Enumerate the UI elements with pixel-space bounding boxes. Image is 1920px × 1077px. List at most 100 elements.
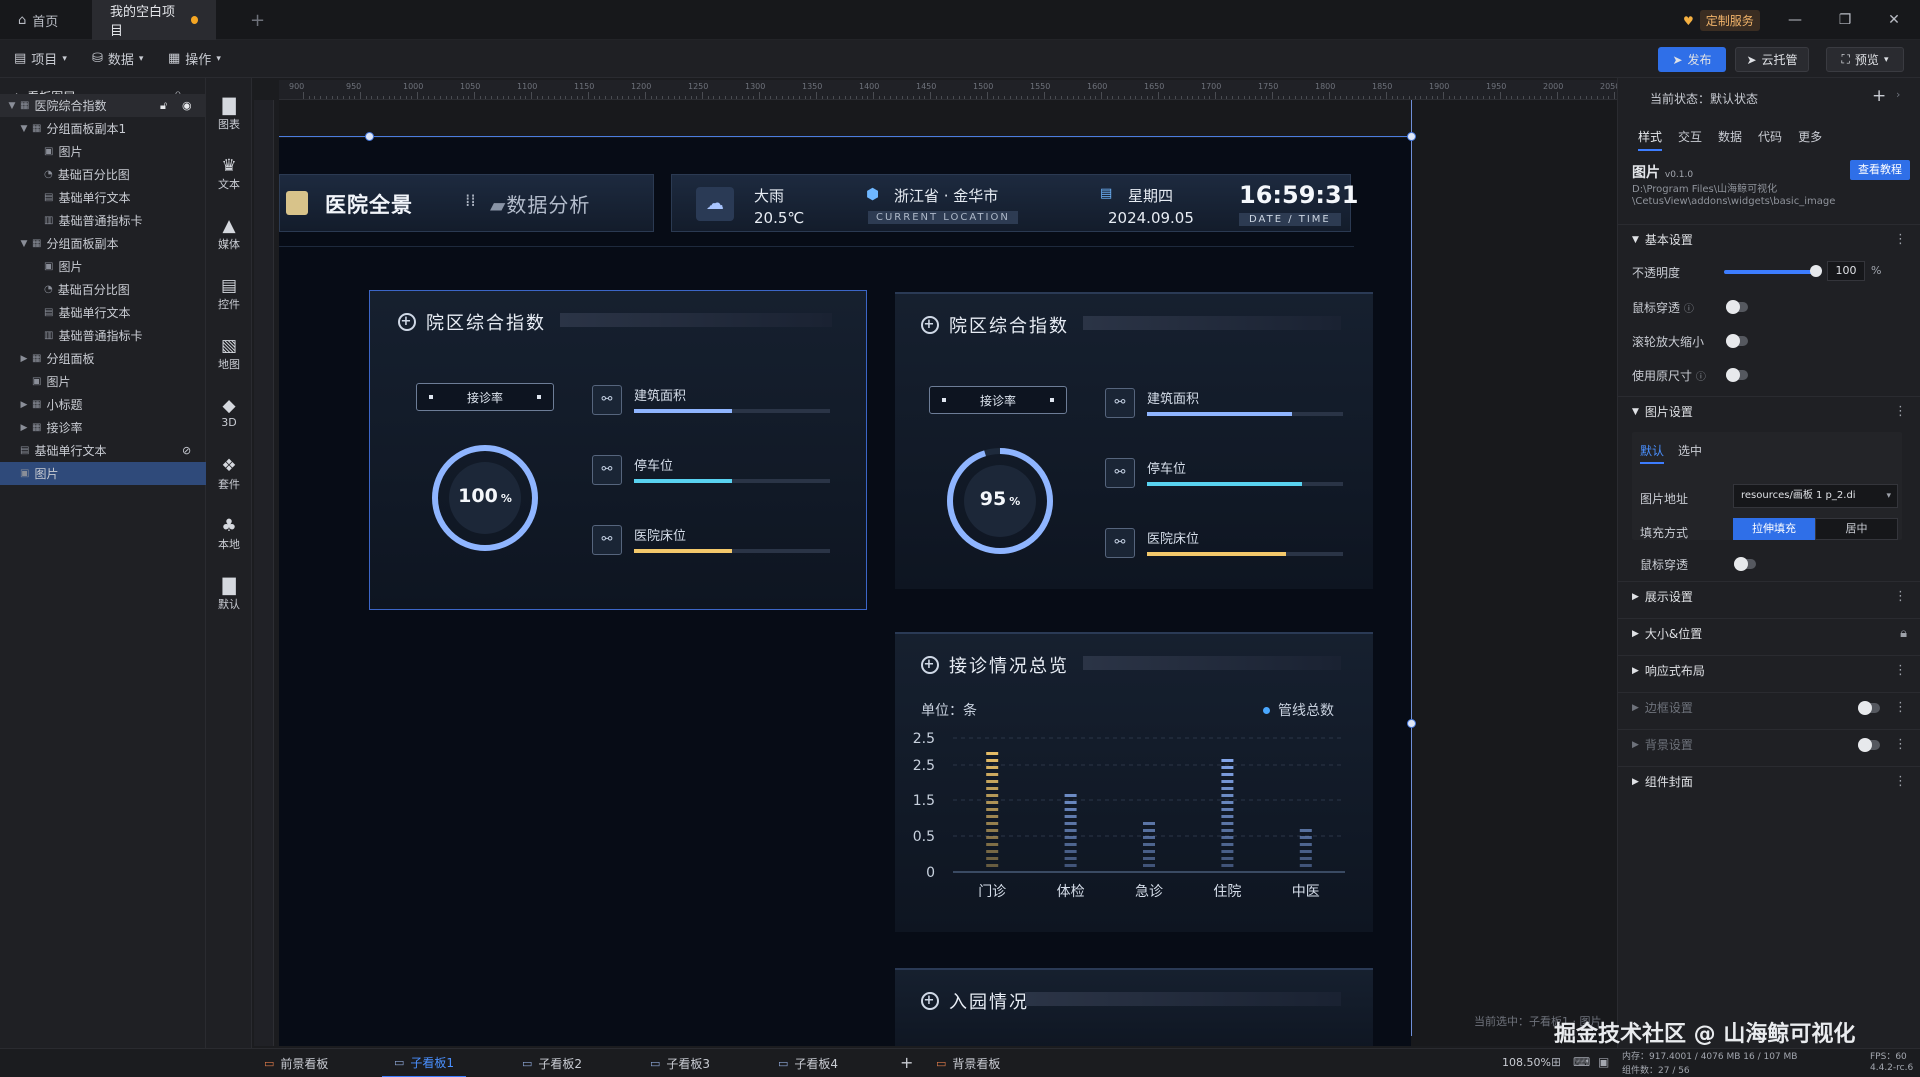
keyboard-icon[interactable]: ⌨	[1573, 1055, 1590, 1069]
component-category-map[interactable]: ▧ 地图	[206, 326, 252, 382]
component-category-control[interactable]: ▤ 控件	[206, 266, 252, 322]
layer-item[interactable]: ▣ 图片	[0, 140, 206, 163]
section-toggle[interactable]	[1858, 738, 1880, 752]
board-tab[interactable]: ▭ 子看板2	[510, 1049, 594, 1077]
restore-icon[interactable]: ❐	[1834, 9, 1856, 31]
component-category-default[interactable]: ▇ 默认	[206, 566, 252, 622]
prop-tab[interactable]: 交互	[1678, 128, 1702, 151]
section-responsive-layout[interactable]: ▶ 响应式布局 ⋮	[1618, 655, 1920, 685]
layer-item[interactable]: ▼ ▦ 分组面板副本1	[0, 117, 206, 140]
card-1-pill[interactable]: 接诊率	[416, 383, 554, 411]
component-category-chart[interactable]: ▇ 图表	[206, 86, 252, 142]
chevron-down-icon[interactable]: ▼	[18, 124, 30, 134]
tab-project[interactable]: 我的空白项目	[92, 0, 216, 40]
custom-service-button[interactable]: ♥ 定制服务	[1683, 10, 1760, 31]
layer-item[interactable]: ◔ 基础百分比图	[0, 278, 206, 301]
layer-item[interactable]: ▣ 图片	[0, 370, 206, 393]
component-category-3d[interactable]: ◆ 3D	[206, 386, 252, 442]
section-display-settings[interactable]: ▶ 展示设置 ⋮	[1618, 581, 1920, 611]
board-tab[interactable]: ▭ 前景看板	[252, 1049, 340, 1077]
prop-tab[interactable]: 代码	[1758, 128, 1782, 151]
layer-item[interactable]: ◔ 基础百分比图	[0, 163, 206, 186]
more-icon[interactable]: ⋮	[1894, 589, 1907, 604]
resize-handle[interactable]	[365, 132, 374, 141]
layer-item[interactable]: ▶ ▦ 小标题	[0, 393, 206, 416]
layer-item[interactable]: ▥ 基础普通指标卡	[0, 324, 206, 347]
fit-screen-icon[interactable]: ⊞	[1551, 1055, 1561, 1069]
lock-icon[interactable]: 🔒︎	[1900, 626, 1907, 641]
chevron-down-icon[interactable]: ▼	[18, 239, 30, 249]
section-toggle[interactable]	[1858, 701, 1880, 715]
opacity-slider-thumb[interactable]	[1810, 265, 1822, 277]
more-icon[interactable]: ⋮	[1894, 404, 1907, 419]
layer-item[interactable]: ▤ 基础单行文本 ⊘	[0, 439, 206, 462]
layer-item[interactable]: ▶ ▦ 接诊率	[0, 416, 206, 439]
tab-data-analysis[interactable]: ▰数据分析	[490, 189, 590, 218]
mouse-through-toggle[interactable]	[1726, 300, 1748, 314]
chevron-right-icon[interactable]: ▶	[18, 354, 30, 364]
ruler-left[interactable]	[254, 100, 274, 1046]
board-tab[interactable]: ▭ 背景看板	[924, 1049, 1012, 1077]
current-state-label[interactable]: 当前状态：默认状态	[1650, 90, 1758, 107]
publish-button[interactable]: ➤ 发布	[1658, 47, 1726, 72]
prop-tab[interactable]: 数据	[1718, 128, 1742, 151]
tab-hospital-overview[interactable]: 医院全景	[325, 189, 413, 219]
chevron-right-icon[interactable]: ▶	[18, 400, 30, 410]
artboard[interactable]: 医院全景 ⁞⁞ ▰数据分析 ☁ 大雨 20.5℃ ⬢ 浙江省 · 金华市 CUR…	[279, 138, 1411, 1046]
more-icon[interactable]: ⋮	[1894, 663, 1907, 678]
fill-center-button[interactable]: 居中	[1815, 518, 1898, 540]
preview-button[interactable]: ⛶ 预览 ▾	[1826, 47, 1904, 72]
layer-item[interactable]: ▤ 基础单行文本	[0, 186, 206, 209]
cloud-host-button[interactable]: ➤ 云托管	[1735, 47, 1809, 72]
board-tab[interactable]: ▭ 子看板3	[638, 1049, 722, 1077]
opacity-input[interactable]: 100	[1827, 261, 1865, 281]
card-campus-index-2[interactable]: + 院区综合指数 接诊率 95% ⚯建筑面积42亩⚯停车位14万㎡⚯医院床位87…	[895, 292, 1373, 589]
section-image-settings[interactable]: ▼ 图片设置 ⋮	[1618, 396, 1920, 426]
more-icon[interactable]: ⋮	[1894, 737, 1907, 752]
minimize-icon[interactable]: —	[1784, 9, 1806, 31]
layer-item[interactable]: ▥ 基础普通指标卡	[0, 209, 206, 232]
add-board-button[interactable]: +	[900, 1053, 913, 1072]
prop-tab[interactable]: 更多	[1798, 128, 1822, 151]
more-icon[interactable]: ⋮	[1894, 700, 1907, 715]
new-tab-button[interactable]: +	[232, 0, 283, 40]
wheel-zoom-toggle[interactable]	[1726, 334, 1748, 348]
terminal-icon[interactable]: ▣	[1598, 1055, 1609, 1069]
component-category-local[interactable]: ♣ 本地	[206, 506, 252, 562]
chevron-down-icon[interactable]: ▼	[6, 101, 18, 111]
board-tab[interactable]: ▭ 子看板4	[766, 1049, 850, 1077]
add-state-icon[interactable]: +	[1872, 86, 1886, 106]
board-tab[interactable]: ▭ 子看板1	[382, 1049, 467, 1077]
use-original-size-toggle[interactable]	[1726, 368, 1748, 382]
menu-project[interactable]: ▤ 项目 ▾	[14, 49, 67, 68]
component-category-media[interactable]: ▲ 媒体	[206, 206, 252, 262]
layer-item[interactable]: ▣ 图片	[0, 462, 206, 485]
layer-item[interactable]: ▼ ▦ 分组面板副本	[0, 232, 206, 255]
component-category-kit[interactable]: ❖ 套件	[206, 446, 252, 502]
view-tutorial-button[interactable]: 查看教程	[1850, 160, 1910, 180]
tab-home[interactable]: ⌂ 首页	[0, 0, 92, 40]
eye-off-icon[interactable]: ⊘	[182, 444, 191, 457]
card-admission[interactable]: + 入园情况	[895, 968, 1373, 1046]
more-icon[interactable]: ⋮	[1894, 232, 1907, 247]
zoom-level[interactable]: 108.50%	[1502, 1056, 1551, 1069]
image-path-select[interactable]: resources/画板 1 p_2.di ▾	[1733, 484, 1898, 508]
image-mouse-through-toggle[interactable]	[1734, 557, 1756, 571]
ruler-top[interactable]: 900 950 1000 1050 1100 1150 1200 1250 1300 1350 14…	[279, 80, 1617, 100]
fill-stretch-button[interactable]: 拉伸填充	[1733, 518, 1815, 540]
component-category-text[interactable]: ♛ 文本	[206, 146, 252, 202]
card-campus-index-1[interactable]: + 院区综合指数 接诊率 100% ⚯建筑面积42亩⚯停车位42%⚯医院床位42…	[369, 290, 1051, 610]
section-component-cover[interactable]: ▶ 组件封面 ⋮	[1618, 766, 1920, 796]
prop-tab[interactable]: 样式	[1638, 128, 1663, 151]
resize-handle[interactable]	[1407, 719, 1416, 728]
layer-item[interactable]: ▼ ▦ 医院综合指数 🔓︎ ◉	[0, 94, 206, 117]
resize-handle[interactable]	[1407, 132, 1416, 141]
more-icon[interactable]: ⋮	[1894, 774, 1907, 789]
card-2-pill[interactable]: 接诊率	[929, 386, 1067, 414]
section-border-settings[interactable]: ▶ 边框设置 ⋮	[1618, 692, 1920, 722]
layer-item[interactable]: ▶ ▦ 分组面板	[0, 347, 206, 370]
chevron-right-icon[interactable]: ▶	[18, 423, 30, 433]
section-size-position[interactable]: ▶ 大小&位置 🔒︎	[1618, 618, 1920, 648]
card-reception-overview[interactable]: + 接诊情况总览 单位：条 管线总数 0 0.5 1.5 2.5 2.5 门诊 体检 急诊 住院…	[895, 632, 1373, 932]
section-basic-settings[interactable]: ▼ 基本设置 ⋮	[1618, 224, 1920, 254]
